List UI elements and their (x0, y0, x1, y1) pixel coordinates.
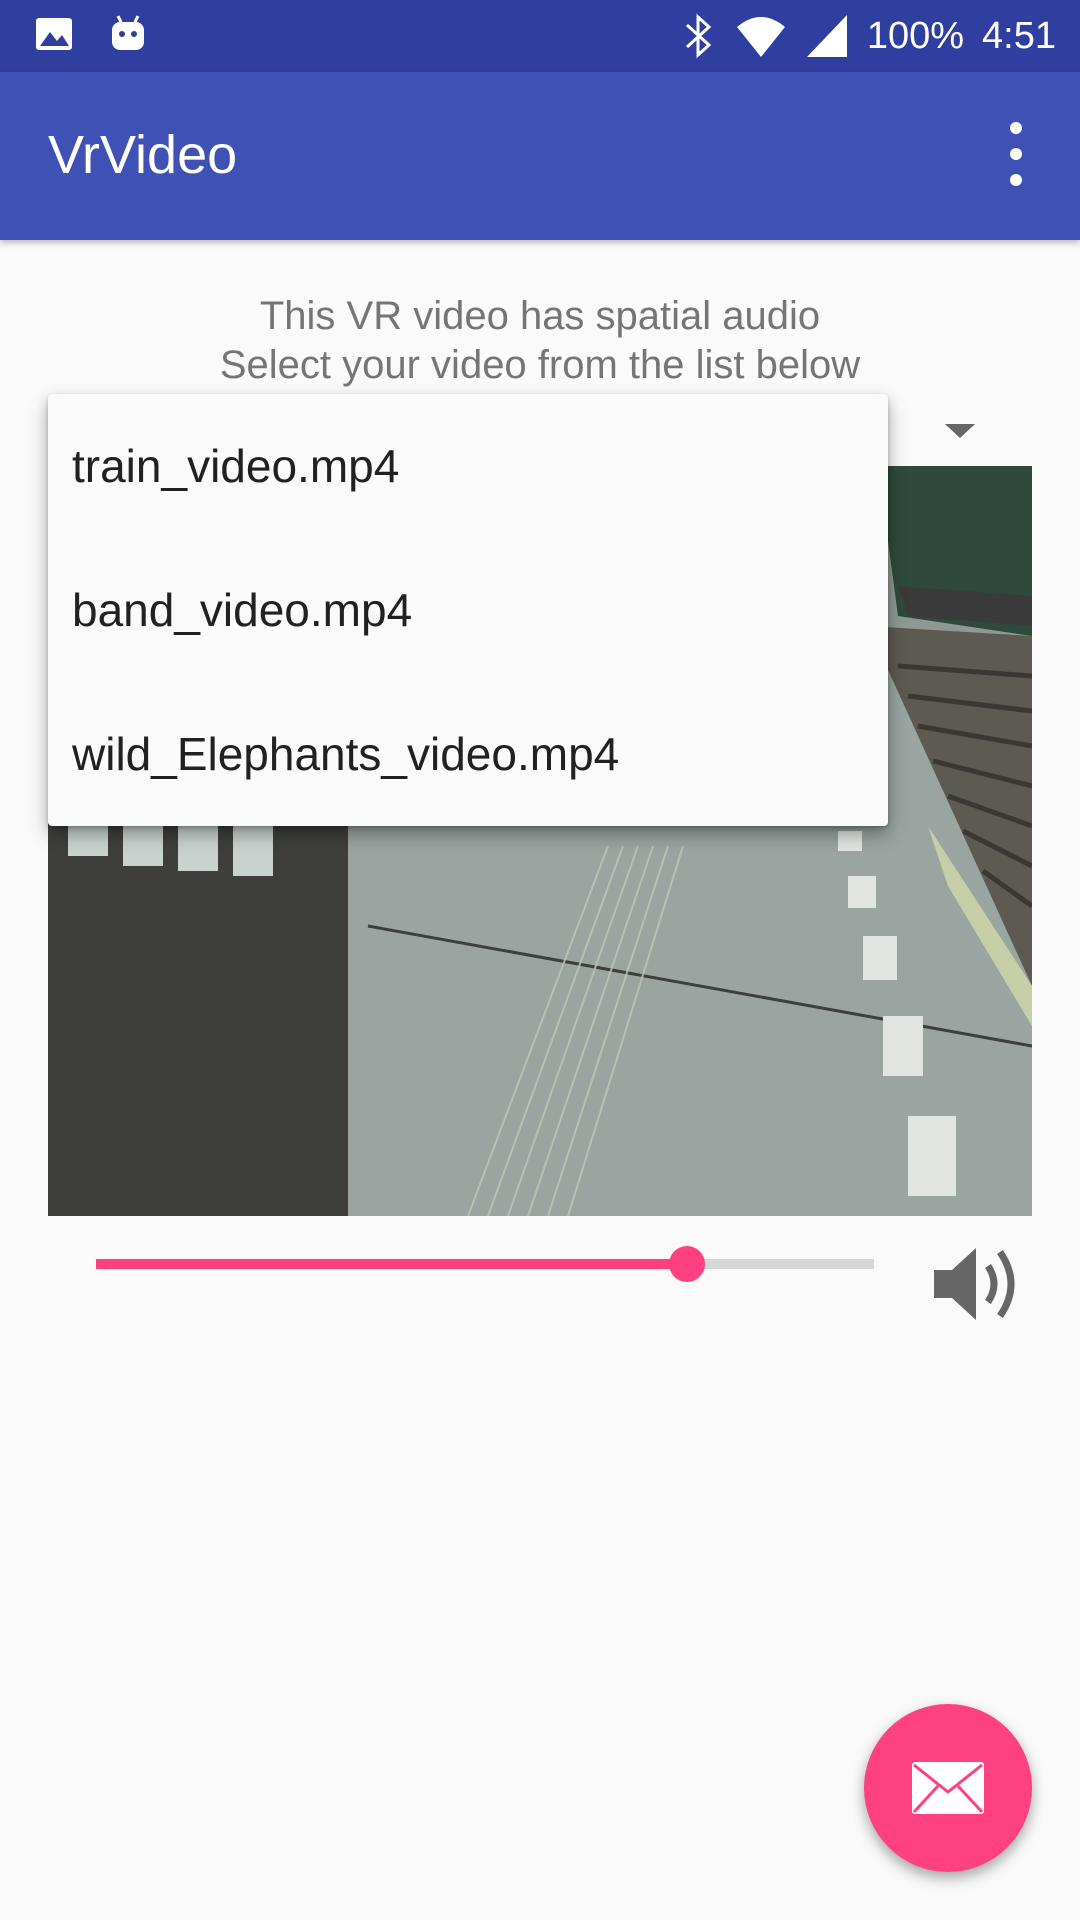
video-dropdown-list: train_video.mp4 band_video.mp4 wild_Elep… (48, 394, 888, 826)
image-icon (36, 18, 72, 50)
app-title: VrVideo (48, 125, 238, 185)
app-bar: VrVideo (0, 72, 1080, 240)
dropdown-item-band-video[interactable]: band_video.mp4 (48, 538, 888, 682)
select-video-text: Select your video from the list below (219, 343, 861, 387)
mail-fab-button[interactable] (864, 1704, 1032, 1872)
android-icon (112, 15, 144, 50)
wifi-icon (736, 17, 785, 57)
mail-icon (912, 1762, 984, 1814)
cellular-icon (806, 15, 847, 57)
clock: 4:51 (982, 15, 1056, 57)
overflow-menu-icon[interactable] (992, 122, 1040, 186)
battery-percent: 100% (866, 15, 965, 57)
volume-icon[interactable] (930, 1236, 1026, 1332)
status-bar: 100% 4:51 (0, 0, 1080, 72)
spinner-arrow-icon[interactable] (945, 424, 975, 438)
bluetooth-icon (685, 13, 712, 59)
dropdown-item-elephants-video[interactable]: wild_Elephants_video.mp4 (48, 682, 888, 826)
spatial-audio-text: This VR video has spatial audio (259, 294, 821, 338)
seekbar-progress (96, 1259, 688, 1269)
seekbar[interactable] (96, 1246, 874, 1282)
dropdown-item-train-video[interactable]: train_video.mp4 (48, 394, 888, 538)
seekbar-thumb[interactable] (669, 1246, 706, 1282)
